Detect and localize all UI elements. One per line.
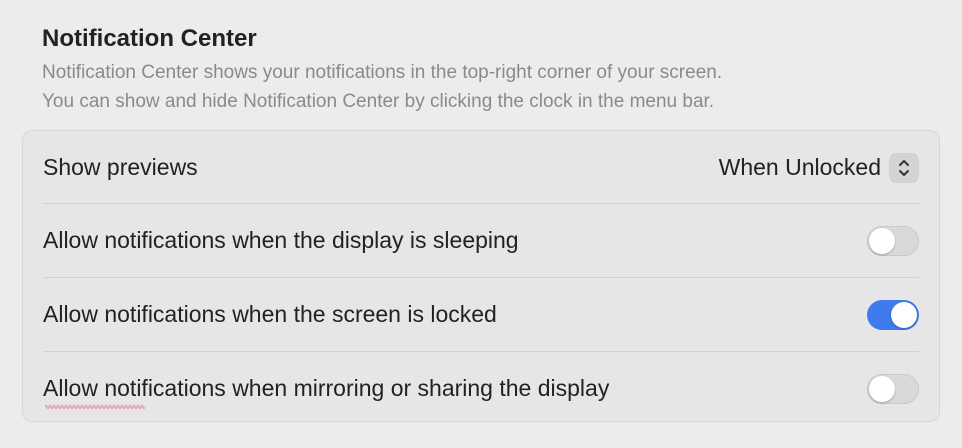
mirroring-label-text: Allow notifications when mirroring or sh…: [43, 375, 610, 401]
display-sleeping-toggle[interactable]: [867, 225, 919, 256]
show-previews-label: Show previews: [43, 154, 198, 180]
notification-settings-group: Show previews When Unlocked Allow notifi…: [22, 130, 940, 422]
spellcheck-underline: [45, 404, 145, 410]
section-title: Notification Center: [42, 25, 257, 52]
section-description-line-2: You can show and hide Notification Cente…: [42, 91, 715, 112]
section-description: Notification Center shows your notificat…: [42, 58, 932, 116]
screen-locked-row: Allow notifications when the screen is l…: [43, 278, 919, 351]
display-sleeping-row: Allow notifications when the display is …: [43, 204, 919, 277]
show-previews-popup[interactable]: When Unlocked: [718, 152, 919, 183]
show-previews-row: Show previews When Unlocked: [43, 131, 919, 204]
screen-locked-toggle[interactable]: [867, 299, 919, 330]
display-sleeping-label: Allow notifications when the display is …: [43, 227, 519, 253]
mirroring-toggle[interactable]: [867, 373, 919, 404]
screen-locked-label: Allow notifications when the screen is l…: [43, 301, 497, 327]
toggle-knob: [869, 375, 895, 402]
toggle-knob: [869, 227, 895, 254]
notification-center-section: Notification Center Notification Center …: [42, 24, 932, 116]
toggle-knob: [891, 301, 917, 328]
mirroring-label: Allow notifications when mirroring or sh…: [43, 375, 610, 410]
show-previews-value: When Unlocked: [718, 154, 881, 180]
chevron-up-down-icon: [889, 152, 919, 183]
mirroring-row: Allow notifications when mirroring or sh…: [43, 352, 919, 425]
section-description-line-1: Notification Center shows your notificat…: [42, 62, 723, 83]
